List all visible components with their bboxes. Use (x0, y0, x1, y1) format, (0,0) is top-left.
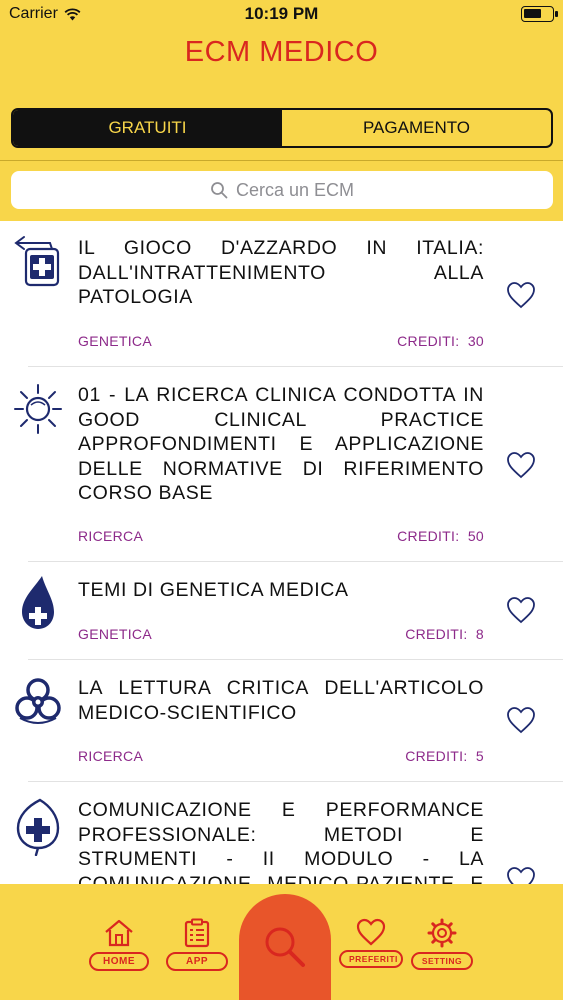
course-title: IL GIOCO D'AZZARDO IN ITALIA: DALL'INTRA… (78, 237, 484, 308)
page-title: ECM MEDICO (184, 36, 379, 68)
course-row[interactable]: 01 - LA RICERCA CLINICA CONDOTTA IN GOOD… (0, 367, 563, 562)
credits-label: CREDITI: (405, 626, 468, 642)
battery-icon (521, 6, 558, 22)
sun-icon (14, 384, 62, 434)
tab-setting-label: SETTING (411, 952, 473, 970)
favorite-heart-icon[interactable] (506, 596, 536, 624)
credits-label: CREDITI: (405, 748, 468, 764)
search-icon (211, 182, 228, 199)
credits-label: CREDITI: (397, 333, 460, 349)
credits-value: 50 (467, 528, 484, 544)
course-row[interactable]: TEMI DI GENETICA MEDICA GENETICA CREDITI… (0, 562, 563, 660)
status-time: 10:19 PM (244, 4, 319, 23)
course-row[interactable]: COMUNICAZIONE E PERFORMANCE PROFESSIONAL… (0, 782, 563, 884)
segment-gratuiti[interactable]: GRATUITI (13, 110, 282, 146)
search-input[interactable]: Cerca un ECM (11, 171, 553, 209)
home-icon (105, 919, 133, 947)
tab-home[interactable]: HOME (89, 918, 149, 971)
bottom-tab-bar: HOME APP PREFERITI SETTING (0, 884, 563, 1000)
course-row[interactable]: LA LETTURA CRITICA DELL'ARTICOLO MEDICO-… (0, 660, 563, 782)
tab-home-label: HOME (89, 952, 149, 971)
credits-label: CREDITI: (397, 528, 460, 544)
credits-value: 30 (467, 333, 484, 349)
segment-pagamento[interactable]: PAGAMENTO (282, 110, 551, 146)
tab-setting[interactable]: SETTING (411, 918, 473, 970)
search-placeholder: Cerca un ECM (235, 179, 355, 200)
course-category: GENETICA (78, 626, 152, 642)
header-area: Carrier 10:19 PM ECM MEDICO GRATUITI PAG… (0, 0, 563, 221)
tab-preferiti-label: PREFERITI (339, 950, 403, 968)
course-list[interactable]: IL GIOCO D'AZZARDO IN ITALIA: DALL'INTRA… (0, 221, 563, 884)
credits-value: 5 (475, 748, 484, 764)
favorite-heart-icon[interactable] (506, 866, 536, 884)
tab-app[interactable]: APP (166, 918, 228, 971)
price-segmented-control[interactable]: GRATUITI PAGAMENTO (11, 108, 553, 148)
credits-value: 8 (475, 626, 484, 642)
course-row[interactable]: IL GIOCO D'AZZARDO IN ITALIA: DALL'INTRA… (0, 221, 563, 367)
course-category: GENETICA (78, 333, 152, 349)
heart-icon (356, 918, 386, 946)
tab-app-label: APP (166, 952, 228, 971)
header-divider (0, 160, 563, 161)
tab-preferiti[interactable]: PREFERITI (339, 918, 403, 968)
favorite-heart-icon[interactable] (506, 451, 536, 479)
course-credits: CREDITI: 8 (405, 626, 484, 642)
favorite-heart-icon[interactable] (506, 706, 536, 734)
medical-leaf-icon (16, 798, 60, 856)
medical-box-icon (14, 236, 60, 287)
status-bar: Carrier 10:19 PM (0, 0, 563, 30)
course-category: RICERCA (78, 528, 144, 544)
course-title: COMUNICAZIONE E PERFORMANCE PROFESSIONAL… (78, 799, 484, 884)
tab-search[interactable] (239, 894, 331, 1000)
course-credits: CREDITI: 50 (397, 528, 484, 544)
clipboard-icon (184, 918, 210, 948)
course-credits: CREDITI: 30 (397, 333, 484, 349)
course-title: LA LETTURA CRITICA DELL'ARTICOLO MEDICO-… (78, 677, 484, 724)
course-title: 01 - LA RICERCA CLINICA CONDOTTA IN GOOD… (78, 384, 484, 504)
favorite-heart-icon[interactable] (506, 281, 536, 309)
course-category: RICERCA (78, 748, 144, 764)
search-icon (265, 927, 305, 967)
gear-icon (427, 918, 457, 948)
course-title: TEMI DI GENETICA MEDICA (78, 579, 349, 601)
medical-drop-icon (22, 576, 54, 629)
biohazard-icon (15, 678, 61, 724)
course-credits: CREDITI: 5 (405, 748, 484, 764)
